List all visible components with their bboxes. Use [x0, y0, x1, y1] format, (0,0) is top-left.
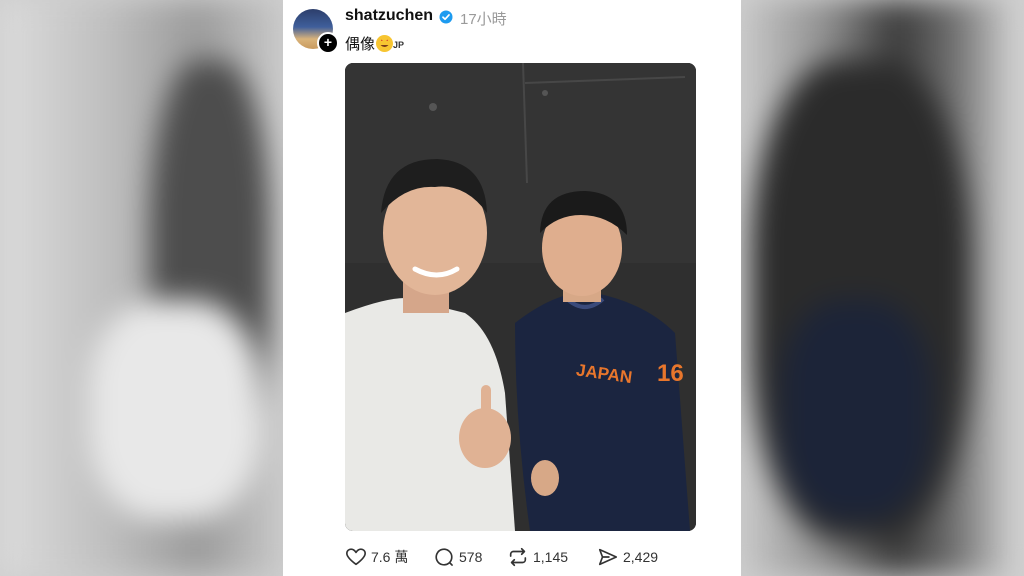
- blurred-background-right: [741, 0, 1024, 576]
- like-count: 7.6 萬: [371, 549, 409, 565]
- blurred-background-left: [0, 0, 283, 576]
- verified-badge-icon: [439, 10, 453, 24]
- repost-count: 1,145: [533, 549, 569, 565]
- share-count: 2,429: [623, 549, 659, 565]
- post-timestamp: 17小時: [460, 11, 507, 28]
- username[interactable]: shatzuchen: [345, 7, 433, 25]
- post-card: + shatzuchen 17小時 偶像 JP JAPAN 16 7.6 萬 5…: [283, 0, 741, 576]
- comment-count: 578: [459, 549, 483, 565]
- post-caption: 偶像 JP: [345, 33, 404, 54]
- star-struck-emoji-icon: [376, 35, 394, 52]
- caption-text: 偶像: [345, 36, 376, 53]
- send-icon: [598, 548, 618, 566]
- caption-flag: JP: [393, 40, 405, 50]
- repost-button[interactable]: 1,145: [507, 546, 568, 568]
- heart-icon: [346, 548, 366, 566]
- jersey-number: 16: [657, 360, 684, 387]
- comment-icon: [435, 548, 453, 566]
- share-button[interactable]: 2,429: [597, 546, 658, 568]
- like-button[interactable]: 7.6 萬: [345, 546, 408, 568]
- repost-icon: [509, 547, 527, 567]
- post-photo[interactable]: JAPAN 16: [345, 63, 696, 531]
- follow-plus-icon[interactable]: +: [317, 32, 339, 54]
- comment-button[interactable]: 578: [433, 546, 482, 568]
- post-actions: 7.6 萬 578 1,145 2,429: [345, 546, 725, 570]
